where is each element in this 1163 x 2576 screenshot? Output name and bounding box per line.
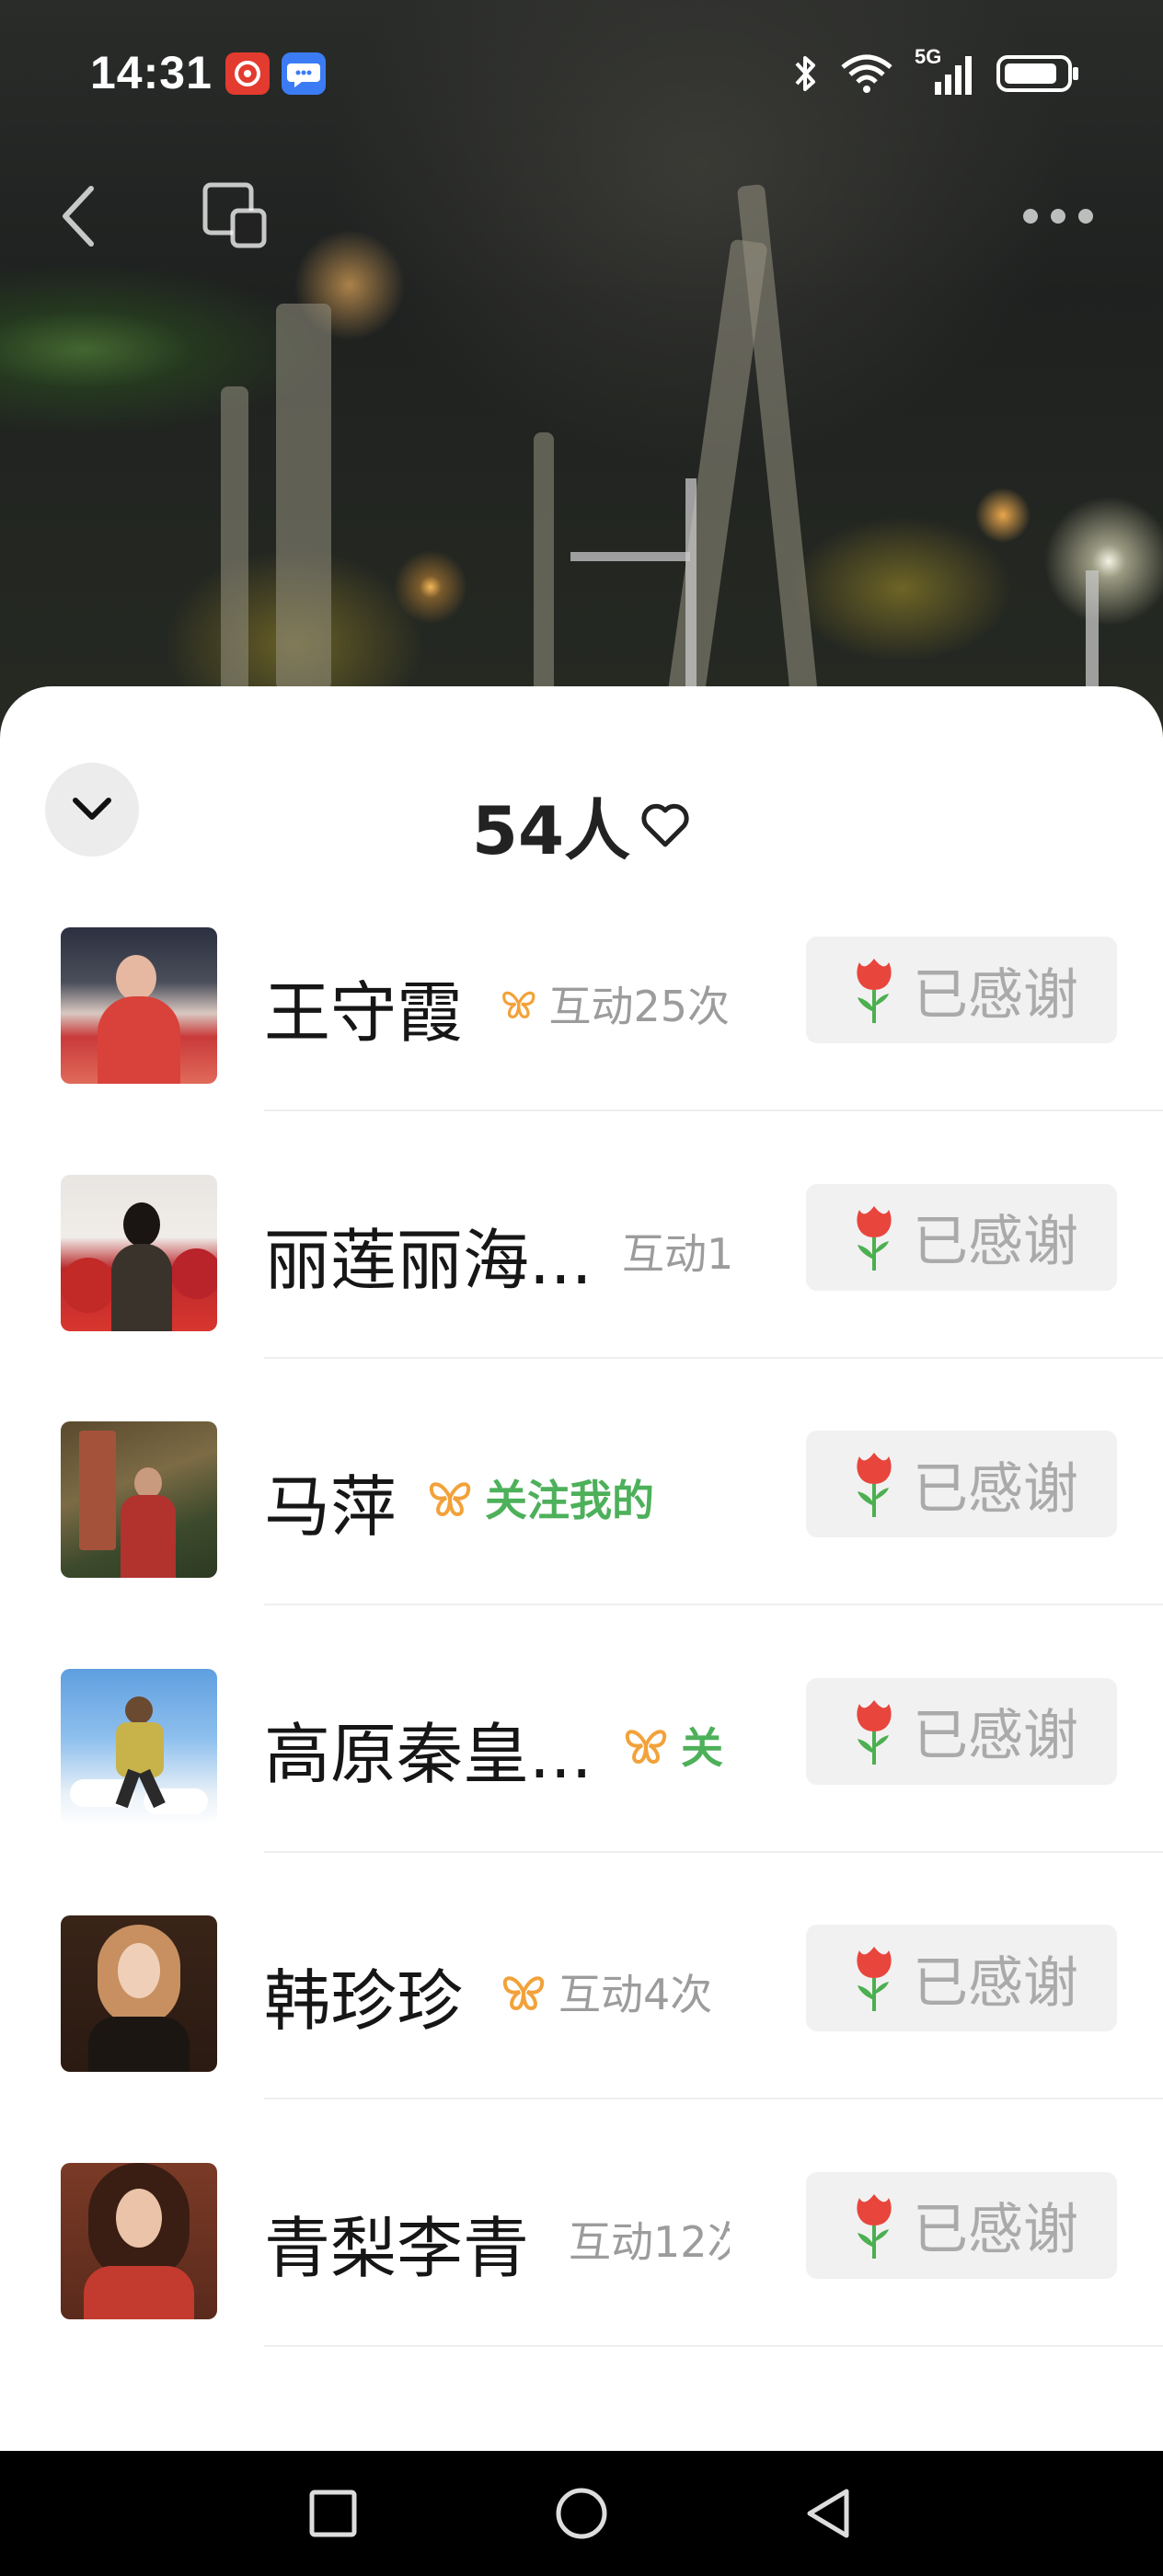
user-meta: 互动12次 — [569, 2207, 730, 2271]
weibo-icon — [225, 52, 270, 95]
status-time: 14:31 — [90, 47, 213, 98]
back-nav-button[interactable] — [764, 2451, 892, 2576]
thanked-button[interactable]: 已感谢 — [806, 1677, 1117, 1785]
thanked-button[interactable]: 已感谢 — [806, 1925, 1117, 2031]
user-name[interactable]: 高原秦皇... — [264, 1700, 593, 1797]
circle-icon — [556, 2488, 607, 2539]
avatar[interactable] — [61, 1915, 217, 2072]
back-icon — [63, 186, 94, 247]
divider — [264, 2098, 1163, 2099]
interaction-count: 互动12次 — [569, 2216, 730, 2267]
butterfly-badge-icon — [429, 1482, 471, 1517]
more-button[interactable] — [1012, 166, 1104, 267]
recent-apps-button[interactable] — [269, 2451, 397, 2576]
home-button[interactable] — [517, 2451, 646, 2576]
butterfly-badge-icon — [502, 991, 535, 1018]
interaction-count: 互动1 — [622, 1228, 732, 1279]
list-item[interactable]: 王守霞 互动25次 已感谢 — [0, 927, 1163, 1175]
user-list: 王守霞 互动25次 已感谢 丽莲丽海... 互动1 已感谢 马萍 关注我的 已感… — [0, 927, 1163, 2409]
list-item[interactable]: 高原秦皇... 关 已感谢 — [0, 1668, 1163, 1916]
user-meta: 互动1 — [622, 1219, 732, 1283]
flower-icon — [857, 1205, 892, 1271]
heart-outline-icon — [641, 803, 689, 846]
avatar[interactable] — [61, 1421, 217, 1578]
user-meta: 关注我的 — [426, 1466, 730, 1530]
wifi-icon — [841, 54, 892, 93]
system-nav-bar — [0, 2451, 1163, 2576]
follow-status: 关 — [681, 1722, 723, 1773]
flower-icon — [857, 1699, 892, 1765]
butterfly-badge-icon — [502, 1976, 545, 2011]
user-name[interactable]: 丽莲丽海... — [264, 1206, 593, 1303]
back-button[interactable] — [46, 166, 110, 267]
thanked-button[interactable]: 已感谢 — [806, 1183, 1117, 1291]
interaction-count: 互动4次 — [558, 1970, 713, 2019]
interaction-count: 互动25次 — [548, 982, 730, 1031]
user-name[interactable]: 王守霞 — [264, 959, 463, 1055]
list-item[interactable]: 韩珍珍 互动4次 已感谢 — [0, 1915, 1163, 2163]
user-meta: 互动25次 — [500, 972, 730, 1036]
signal-icon: 5G — [915, 45, 975, 97]
list-item[interactable]: 青梨李青 互动12次 已感谢 — [0, 2162, 1163, 2410]
user-meta: 关 — [622, 1713, 731, 1777]
divider — [264, 1110, 1163, 1111]
battery-icon — [996, 55, 1078, 92]
status-bar: 14:31 5G — [0, 0, 1163, 147]
screen-cast-button[interactable] — [193, 166, 276, 267]
screen-cast-icon — [202, 182, 267, 248]
divider — [264, 2344, 1163, 2347]
sheet-title-text: 54人 — [471, 792, 631, 869]
list-item[interactable]: 马萍 关注我的 已感谢 — [0, 1421, 1163, 1669]
flower-icon — [857, 1947, 892, 2011]
avatar[interactable] — [61, 2162, 217, 2319]
sheet-title: 54人 — [0, 776, 1163, 873]
thanked-button[interactable]: 已感谢 — [806, 937, 1117, 1043]
thanked-label: 已感谢 — [913, 962, 1078, 1028]
avatar[interactable] — [61, 1668, 217, 1825]
thanked-label: 已感谢 — [913, 1704, 1078, 1768]
thanked-label: 已感谢 — [913, 1456, 1078, 1522]
thanked-label: 已感谢 — [913, 2198, 1078, 2262]
thanked-label: 已感谢 — [913, 1210, 1078, 1274]
avatar[interactable] — [61, 1174, 217, 1331]
user-name[interactable]: 马萍 — [264, 1453, 397, 1549]
user-name[interactable]: 韩珍珍 — [264, 1947, 463, 2043]
more-icon — [1023, 209, 1093, 224]
divider — [264, 1356, 1163, 1359]
top-nav — [0, 166, 1163, 267]
user-meta: 互动4次 — [500, 1960, 730, 2024]
divider — [264, 1604, 1163, 1605]
thanked-button[interactable]: 已感谢 — [806, 2171, 1117, 2279]
bluetooth-icon — [795, 56, 815, 91]
triangle-back-icon — [807, 2489, 849, 2538]
flower-icon — [857, 959, 892, 1023]
list-item[interactable]: 丽莲丽海... 互动1 已感谢 — [0, 1174, 1163, 1422]
follow-status: 关注我的 — [485, 1476, 654, 1525]
thanked-label: 已感谢 — [913, 1950, 1078, 2016]
flower-icon — [857, 2193, 892, 2259]
square-icon — [309, 2490, 357, 2537]
thanked-button[interactable]: 已感谢 — [806, 1431, 1117, 1537]
avatar[interactable] — [61, 927, 217, 1084]
divider — [264, 1850, 1163, 1853]
flower-icon — [857, 1453, 892, 1517]
butterfly-badge-icon — [625, 1729, 667, 1764]
message-icon — [282, 52, 326, 95]
user-name[interactable]: 青梨李青 — [264, 2194, 529, 2291]
thanks-sheet: 54人 王守霞 互动25次 已感谢 丽莲丽海... 互动1 已感谢 马萍 关注我… — [0, 686, 1163, 2451]
